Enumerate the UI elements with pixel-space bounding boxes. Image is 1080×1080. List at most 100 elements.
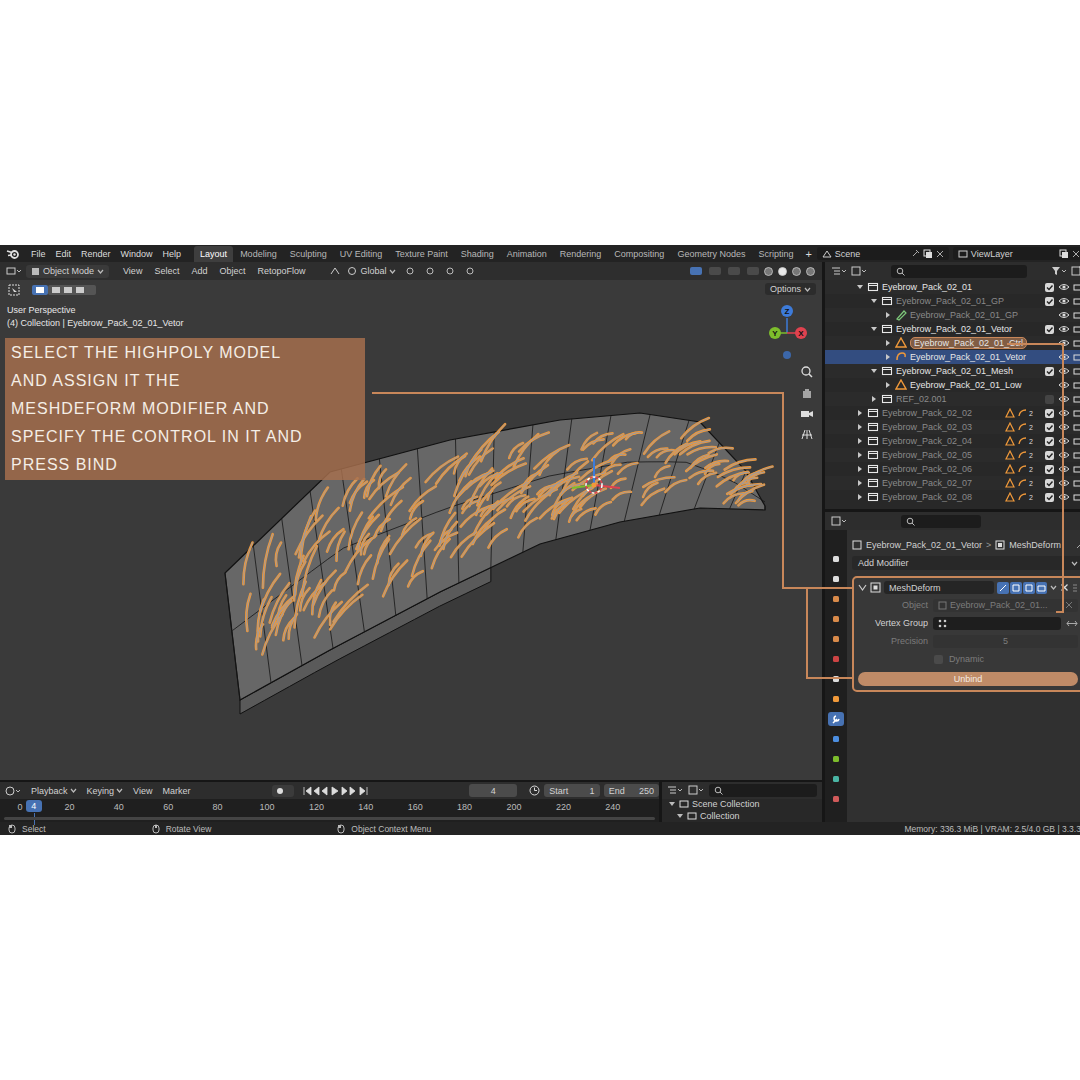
start-frame-field[interactable]: Start1 [544,784,599,797]
properties-tab[interactable] [828,592,844,606]
workspace-tab[interactable]: Scripting [752,246,799,262]
outliner-row[interactable]: Eyebrow_Pack_02_072 [825,476,1080,490]
display-mode-icon[interactable] [688,785,704,795]
camera-icon[interactable] [1073,492,1080,502]
app-menu[interactable]: Edit [51,249,77,259]
start-value[interactable]: 1 [590,786,595,796]
select-mode-icons[interactable] [32,285,96,295]
options-button[interactable]: Options [765,283,816,295]
visibility-checkbox-icon[interactable] [1044,282,1055,293]
magnet-icon[interactable] [424,266,436,276]
solid-shading-icon[interactable] [777,266,788,277]
overlay-icon[interactable] [727,266,741,276]
timeline-menu-item[interactable]: Keying [87,786,124,796]
outliner-label[interactable]: Eyebrow_Pack_02_07 [882,478,972,488]
eye-icon[interactable] [1058,394,1070,404]
dot-icon[interactable] [464,266,476,276]
outliner-label[interactable]: Eyebrow_Pack_02_01_Low [910,380,1022,390]
scene-outliner-search[interactable] [709,784,817,797]
timeline-menu-item[interactable]: Marker [162,786,190,796]
eye-icon[interactable] [1058,324,1070,334]
dropdown-arrow-icon[interactable] [389,268,396,275]
timeline-ruler[interactable]: 0204060801001201401601802002202404 [0,799,659,822]
eye-icon[interactable] [1058,296,1070,306]
filter-icon[interactable] [1051,266,1067,276]
expand-arrow-icon[interactable] [869,324,879,334]
blender-logo-icon[interactable] [6,248,20,260]
workspace-tab[interactable]: Modeling [234,246,283,262]
dropdown-arrow-icon[interactable] [97,268,104,275]
eye-icon[interactable] [1058,310,1070,320]
expand-arrow-icon[interactable] [883,338,893,348]
collapse-arrow-icon[interactable] [858,583,867,592]
outliner-label[interactable]: Eyebrow_Pack_02_01_GP [896,296,1004,306]
camera-view-icon[interactable] [800,407,814,421]
scene-name[interactable]: Scene [835,249,908,259]
outliner-label[interactable]: Eyebrow_Pack_02_01_GP [910,310,1018,320]
expand-arrow-icon[interactable] [855,492,865,502]
drag-handle-icon[interactable] [1072,583,1078,593]
scene-outliner-row[interactable]: Collection [662,810,822,822]
visibility-checkbox-icon[interactable] [1044,464,1055,475]
editor-type-icon[interactable] [6,266,22,276]
properties-tab[interactable] [828,632,844,646]
outliner-row[interactable]: Eyebrow_Pack_02_022 [825,406,1080,420]
outliner-row[interactable]: Eyebrow_Pack_02_01_Low [825,378,1080,392]
orientation-dropdown[interactable]: Global [347,266,396,276]
gizmo-axis[interactable]: Z [781,305,793,317]
workspace-tab[interactable]: Texture Paint [389,246,454,262]
pin-icon[interactable] [911,249,920,258]
scene-field[interactable]: Scene [817,247,949,260]
options-label[interactable]: Options [770,284,801,294]
outliner-label[interactable]: Eyebrow_Pack_02_01_Ctrl [910,337,1027,349]
current-frame[interactable]: 4 [491,786,496,796]
close-icon[interactable] [1072,250,1080,258]
gizmo-icon[interactable] [708,266,722,276]
outliner-row[interactable]: REF_02.001 [825,392,1080,406]
outliner-editor-icon[interactable] [667,785,683,795]
viewport-menu[interactable]: Add [191,266,207,276]
gizmo-axis[interactable]: Y [769,327,781,339]
properties-tab[interactable] [828,732,844,746]
vertex-group-field[interactable] [933,617,1061,630]
eye-icon[interactable] [1058,366,1070,376]
modifier-name[interactable]: MeshDeform [889,583,941,593]
scene-outliner-row[interactable]: Scene Collection [662,799,822,811]
outliner-label[interactable]: Eyebrow_Pack_02_02 [882,408,972,418]
current-frame-field[interactable]: 4 [469,784,517,797]
workspace-tab[interactable]: Layout [194,246,233,262]
square-icon[interactable] [444,266,456,276]
end-frame-field[interactable]: End250 [604,784,659,797]
expand-arrow-icon[interactable] [855,422,865,432]
app-menu[interactable]: Render [76,249,116,259]
gizmo-axis[interactable]: X [795,327,807,339]
workspace-tab[interactable]: UV Editing [334,246,389,262]
outliner-label[interactable]: Eyebrow_Pack_02_01 [882,282,972,292]
dropdown-arrow-icon[interactable] [804,286,811,293]
outliner-label[interactable]: Eyebrow_Pack_02_01_Vetor [910,352,1026,362]
end-value[interactable]: 250 [639,786,654,796]
timeline-menu[interactable]: Marker [162,786,190,796]
outliner-row[interactable]: Eyebrow_Pack_02_01_Vetor [825,350,1080,364]
camera-icon[interactable] [1073,366,1080,376]
eye-icon[interactable] [1058,352,1070,362]
view-layer-name[interactable]: ViewLayer [971,249,1056,259]
properties-tab[interactable] [828,712,844,726]
expand-arrow-icon[interactable] [855,450,865,460]
visibility-checkbox-icon[interactable] [1044,450,1055,461]
eye-icon[interactable] [1058,408,1070,418]
view-layer-field[interactable]: ViewLayer [953,247,1080,260]
copy-icon[interactable] [923,249,933,259]
properties-tab[interactable] [828,772,844,786]
remove-modifier-icon[interactable] [1060,583,1069,592]
viewport-menu[interactable]: View [123,266,142,276]
timeline-menu[interactable]: Keying [87,786,115,796]
outliner-label[interactable]: Eyebrow_Pack_02_08 [882,492,972,502]
expand-arrow-icon[interactable] [855,478,865,488]
outliner-label[interactable]: Eyebrow_Pack_02_03 [882,422,972,432]
camera-icon[interactable] [1073,450,1080,460]
expand-arrow-icon[interactable] [869,366,879,376]
properties-tab[interactable] [828,692,844,706]
properties-tab[interactable] [828,752,844,766]
modifier-name-field[interactable]: MeshDeform [884,581,994,594]
